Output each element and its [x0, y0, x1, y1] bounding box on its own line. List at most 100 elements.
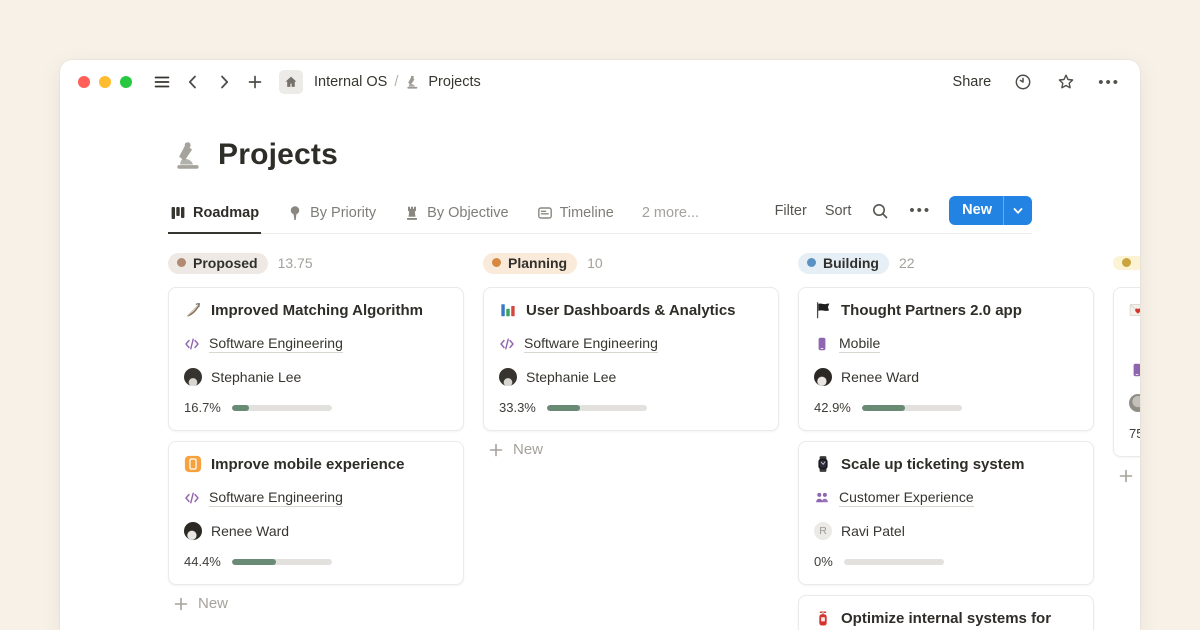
relation-label[interactable]: Customer Experience [839, 489, 974, 507]
new-button[interactable]: New [949, 196, 1032, 225]
add-card-button[interactable]: New [168, 595, 464, 612]
maximize-window-button[interactable] [120, 76, 132, 88]
column-count: 22 [899, 255, 915, 271]
person-name: Renee Ward [211, 523, 289, 539]
new-button-chevron-down-icon[interactable] [1003, 196, 1032, 225]
status-badge [1113, 256, 1140, 270]
card-title: Optimize internal systems for [841, 610, 1051, 627]
card-title: Improved Matching Algorithm [211, 302, 423, 319]
card-icon [537, 205, 553, 221]
status-badge: Building [798, 253, 889, 274]
column-cropped: 75 New [1113, 252, 1140, 484]
relation-label[interactable]: Software Engineering [524, 335, 658, 353]
back-icon[interactable] [182, 71, 204, 93]
card-optimize-internal-systems[interactable]: Optimize internal systems for [798, 595, 1094, 630]
black-flag-icon [814, 301, 832, 319]
minimize-window-button[interactable] [99, 76, 111, 88]
add-card-button[interactable]: New [483, 441, 779, 458]
status-dot [1122, 258, 1131, 267]
progress-track [862, 405, 962, 411]
forward-icon[interactable] [213, 71, 235, 93]
column-header[interactable] [1113, 252, 1140, 274]
breadcrumb: Internal OS / Projects [314, 74, 481, 90]
plus-icon [1118, 468, 1134, 484]
search-icon[interactable] [869, 200, 891, 222]
person-row: R Ravi Patel [814, 521, 1078, 540]
tab-timeline[interactable]: Timeline [535, 205, 616, 233]
person-name: Stephanie Lee [526, 369, 616, 385]
more-options-icon[interactable]: ••• [1098, 74, 1120, 91]
avatar [814, 368, 832, 386]
filter-button[interactable]: Filter [775, 203, 807, 219]
person-row: Renee Ward [184, 521, 448, 540]
avatar [499, 368, 517, 386]
new-page-plus-icon[interactable] [244, 71, 266, 93]
person-name: Renee Ward [841, 369, 919, 385]
progress-label: 75 [1129, 426, 1140, 441]
share-button[interactable]: Share [953, 74, 992, 90]
new-button-label[interactable]: New [949, 196, 1003, 225]
breadcrumb-workspace[interactable]: Internal OS [314, 74, 387, 90]
view-options-icon[interactable]: ••• [909, 202, 931, 219]
relation-row[interactable] [1129, 360, 1140, 379]
relation-row[interactable]: Software Engineering [184, 488, 448, 507]
tab-more-views[interactable]: 2 more... [640, 205, 701, 233]
relation-row[interactable]: Customer Experience [814, 488, 1078, 507]
progress-fill [547, 405, 580, 411]
progress-label: 44.4% [184, 554, 221, 569]
card-scale-up-ticketing-system[interactable]: Scale up ticketing system Customer Exper… [798, 441, 1094, 585]
relation-label[interactable]: Software Engineering [209, 335, 343, 353]
code-icon [184, 336, 200, 352]
history-clock-icon[interactable] [1012, 71, 1034, 93]
view-tabs: Roadmap By Priority By Objective Timelin… [168, 205, 701, 233]
add-card-button[interactable]: New [1113, 467, 1140, 484]
relation-row[interactable]: Mobile [814, 334, 1078, 353]
progress-row: 75 [1129, 426, 1140, 441]
mobile-phone-purple-icon [814, 336, 830, 352]
tab-by-objective[interactable]: By Objective [402, 205, 510, 233]
progress-track [232, 559, 332, 565]
column-count: 13.75 [278, 255, 313, 271]
tab-by-priority[interactable]: By Priority [285, 205, 378, 233]
plus-icon [488, 442, 504, 458]
relation-row[interactable]: Software Engineering [184, 334, 448, 353]
card-thought-partners-app[interactable]: Thought Partners 2.0 app Mobile Renee Wa… [798, 287, 1094, 431]
card-title: Thought Partners 2.0 app [841, 302, 1022, 319]
progress-fill [232, 559, 276, 565]
code-icon [184, 490, 200, 506]
smartwatch-icon [814, 455, 832, 473]
column-header[interactable]: Planning 10 [483, 252, 779, 274]
microscope-icon[interactable] [173, 139, 205, 171]
avatar [184, 522, 202, 540]
progress-label: 0% [814, 554, 833, 569]
relation-row[interactable]: Software Engineering [499, 334, 763, 353]
status-dot [807, 258, 816, 267]
progress-row: 42.9% [814, 400, 1078, 415]
close-window-button[interactable] [78, 76, 90, 88]
relation-label[interactable]: Mobile [839, 335, 880, 353]
page-title: Projects [218, 138, 338, 172]
breadcrumb-page[interactable]: Projects [428, 74, 480, 90]
card-improve-mobile-experience[interactable]: Improve mobile experience Software Engin… [168, 441, 464, 585]
sort-button[interactable]: Sort [825, 203, 852, 219]
mobile-phone-purple-icon [1129, 362, 1140, 378]
progress-track [844, 559, 944, 565]
relation-label[interactable]: Software Engineering [209, 489, 343, 507]
column-header[interactable]: Proposed 13.75 [168, 252, 464, 274]
progress-row: 16.7% [184, 400, 448, 415]
card-title: Improve mobile experience [211, 456, 404, 473]
person-name: Stephanie Lee [211, 369, 301, 385]
card-improved-matching-algorithm[interactable]: Improved Matching Algorithm Software Eng… [168, 287, 464, 431]
progress-label: 16.7% [184, 400, 221, 415]
column-header[interactable]: Building 22 [798, 252, 1094, 274]
sidebar-toggle-icon[interactable] [151, 71, 173, 93]
plus-icon [173, 596, 189, 612]
microscope-icon [405, 74, 421, 90]
home-icon[interactable] [279, 70, 303, 94]
favorite-star-icon[interactable] [1055, 71, 1077, 93]
avatar [184, 368, 202, 386]
progress-row: 33.3% [499, 400, 763, 415]
tab-roadmap[interactable]: Roadmap [168, 205, 261, 234]
card-user-dashboards-analytics[interactable]: User Dashboards & Analytics Software Eng… [483, 287, 779, 431]
card-cropped[interactable]: 75 [1113, 287, 1140, 457]
